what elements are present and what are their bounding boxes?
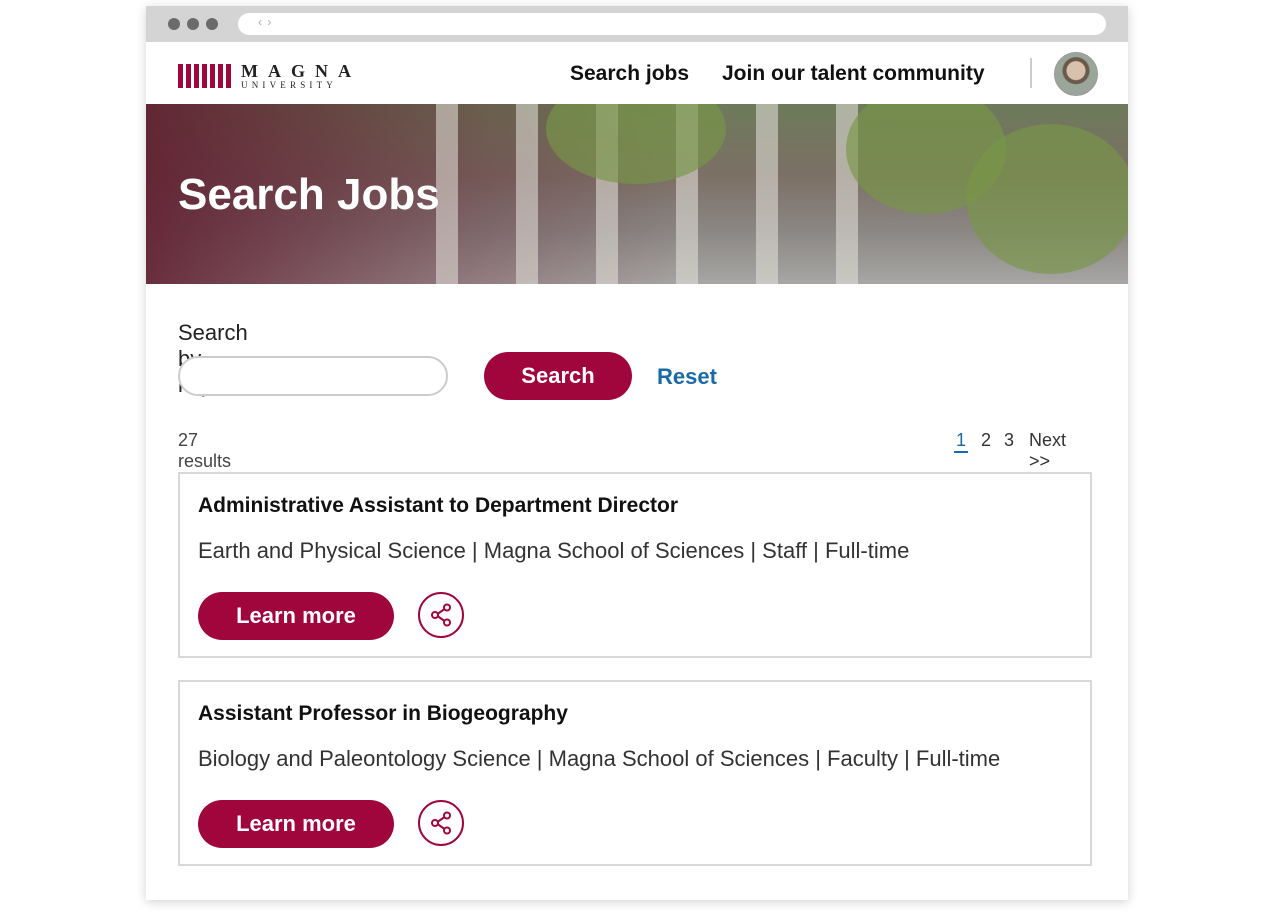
hero-photo-tree <box>546 104 726 184</box>
nav-join-talent-community[interactable]: Join our talent community <box>722 62 985 86</box>
nav-divider <box>1030 58 1032 88</box>
columns-logo-icon <box>178 64 231 88</box>
address-bar[interactable]: ‹ › <box>238 13 1106 35</box>
browser-window: ‹ › MAGNA UNIVERSITY Search jobs Join ou… <box>146 6 1128 900</box>
share-button[interactable] <box>418 592 464 638</box>
nav-search-jobs[interactable]: Search jobs <box>570 62 689 86</box>
job-title[interactable]: Administrative Assistant to Department D… <box>198 494 678 518</box>
share-icon <box>431 811 451 835</box>
page-title: Search Jobs <box>178 170 440 219</box>
logo-subtitle: UNIVERSITY <box>241 80 337 90</box>
job-card: Assistant Professor in Biogeography Biol… <box>178 680 1092 866</box>
browser-chrome: ‹ › <box>146 6 1128 42</box>
window-control-dot[interactable] <box>168 18 180 30</box>
hero-banner: Search Jobs <box>146 104 1128 284</box>
page-link-3[interactable]: 3 <box>1004 430 1014 451</box>
reset-link[interactable]: Reset <box>657 364 717 390</box>
job-meta: Biology and Paleontology Science | Magna… <box>198 746 1001 771</box>
nav-arrows-icon[interactable]: ‹ › <box>258 15 272 29</box>
results-count: 27 results <box>178 430 232 471</box>
learn-more-button[interactable]: Learn more <box>198 592 394 640</box>
job-title[interactable]: Assistant Professor in Biogeography <box>198 702 568 726</box>
hero-photo-column <box>516 104 538 284</box>
site-header: MAGNA UNIVERSITY Search jobs Join our ta… <box>146 42 1128 104</box>
page-link-1[interactable]: 1 <box>954 430 969 453</box>
hero-photo-column <box>756 104 778 284</box>
job-card: Administrative Assistant to Department D… <box>178 472 1092 658</box>
search-button[interactable]: Search <box>484 352 632 400</box>
avatar[interactable] <box>1054 52 1098 96</box>
logo-name: MAGNA <box>241 61 361 81</box>
hero-photo-tree <box>966 124 1128 274</box>
share-icon <box>431 603 451 627</box>
page-link-2[interactable]: 2 <box>981 430 991 451</box>
job-meta: Earth and Physical Science | Magna Schoo… <box>198 538 910 563</box>
share-button[interactable] <box>418 800 464 846</box>
next-page-link[interactable]: Next >> <box>1029 430 1066 472</box>
university-logo[interactable]: MAGNA UNIVERSITY <box>178 62 361 90</box>
window-control-dot[interactable] <box>187 18 199 30</box>
keyword-search-input[interactable] <box>178 356 448 396</box>
learn-more-button[interactable]: Learn more <box>198 800 394 848</box>
window-control-dot[interactable] <box>206 18 218 30</box>
